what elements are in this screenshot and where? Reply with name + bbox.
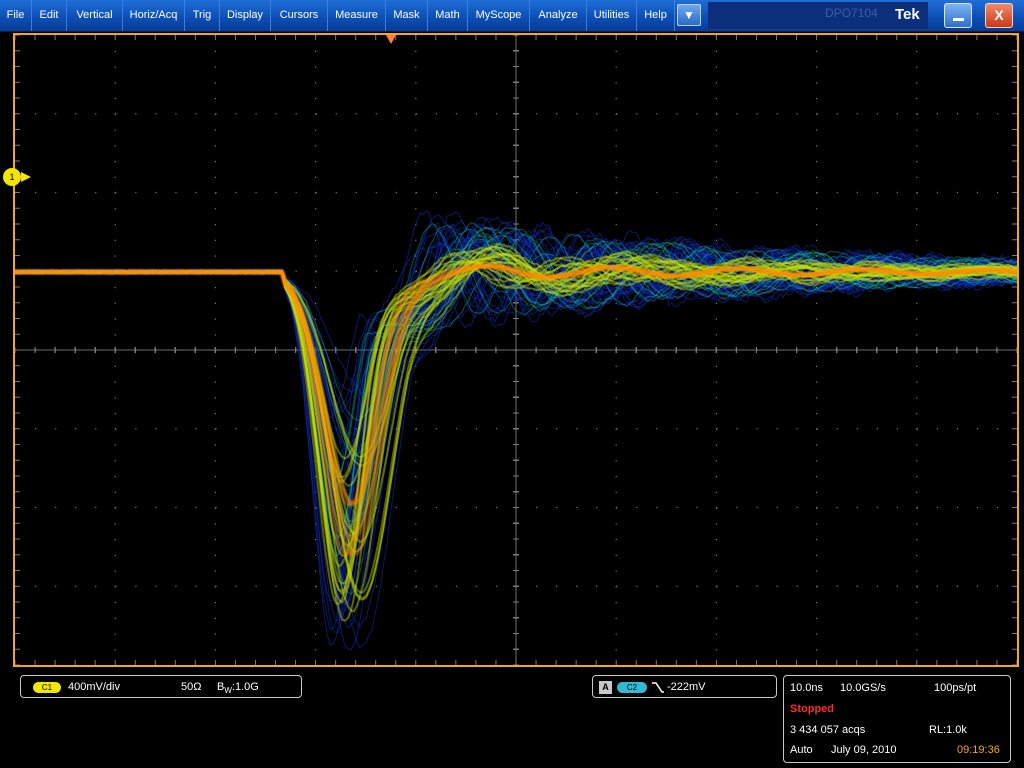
menu-utilities[interactable]: Utilities (587, 0, 637, 31)
trigger-a-badge: A (599, 681, 612, 694)
channel-1-readout[interactable]: C1 400mV/div 50Ω BW:1.0G (20, 675, 302, 698)
falling-edge-icon (652, 682, 664, 693)
minimize-icon (953, 18, 964, 21)
sample-rate: 10.0GS/s (840, 682, 886, 694)
acquisition-time: 09:19:36 (957, 744, 1000, 756)
menu-bar: File Edit Vertical Horiz/Acq Trig Displa… (0, 0, 1024, 32)
acquisition-state: Stopped (790, 703, 834, 715)
acquisition-date: July 09, 2010 (831, 744, 897, 756)
menu-dropdown-button[interactable]: ▼ (677, 4, 701, 26)
menu-edit[interactable]: Edit (32, 0, 67, 31)
menu-measure[interactable]: Measure (328, 0, 386, 31)
waveform-display[interactable] (13, 33, 1019, 667)
record-length: RL:1.0k (929, 724, 967, 736)
acquisition-readout[interactable]: 10.0ns 10.0GS/s 100ps/pt Stopped 3 434 0… (783, 675, 1011, 763)
model-ghost-text: DPO7104 (825, 6, 878, 20)
trigger-source-badge: C2 (617, 682, 647, 693)
time-per-division: 10.0ns (790, 682, 824, 694)
menu-cursors[interactable]: Cursors (271, 0, 328, 31)
bandwidth-sub: W (224, 686, 232, 696)
graticule-grid (15, 35, 1017, 665)
close-button[interactable]: X (985, 3, 1013, 28)
bandwidth-value: :1.0G (231, 681, 259, 693)
minimize-button[interactable] (944, 3, 972, 28)
trigger-level: -222mV (667, 681, 706, 693)
trigger-readout[interactable]: A C2 -222mV (592, 675, 777, 698)
menu-myscope[interactable]: MyScope (468, 0, 530, 31)
menu-help[interactable]: Help (637, 0, 675, 31)
acquisition-count: 3 434 057 acqs (790, 724, 866, 736)
trigger-position-marker[interactable] (386, 35, 396, 44)
menu-display[interactable]: Display (220, 0, 271, 31)
channel-1-impedance: 50Ω (181, 681, 202, 693)
channel-1-arrow-icon (21, 172, 31, 182)
menu-mask[interactable]: Mask (386, 0, 428, 31)
channel-1-bandwidth: BW:1.0G (217, 681, 259, 695)
channel-1-ground-marker[interactable]: 1 (3, 168, 21, 186)
channel-1-scale: 400mV/div (68, 681, 120, 693)
resolution: 100ps/pt (934, 682, 977, 694)
trigger-mode: Auto (790, 744, 813, 756)
menu-analyze[interactable]: Analyze (530, 0, 587, 31)
tek-logo: Tek (895, 6, 920, 23)
menu-vertical[interactable]: Vertical (67, 0, 123, 31)
channel-1-badge: C1 (33, 682, 61, 693)
menu-trig[interactable]: Trig (185, 0, 220, 31)
menu-file[interactable]: File (0, 0, 32, 31)
menu-math[interactable]: Math (428, 0, 468, 31)
menu-horiz-acq[interactable]: Horiz/Acq (123, 0, 185, 31)
